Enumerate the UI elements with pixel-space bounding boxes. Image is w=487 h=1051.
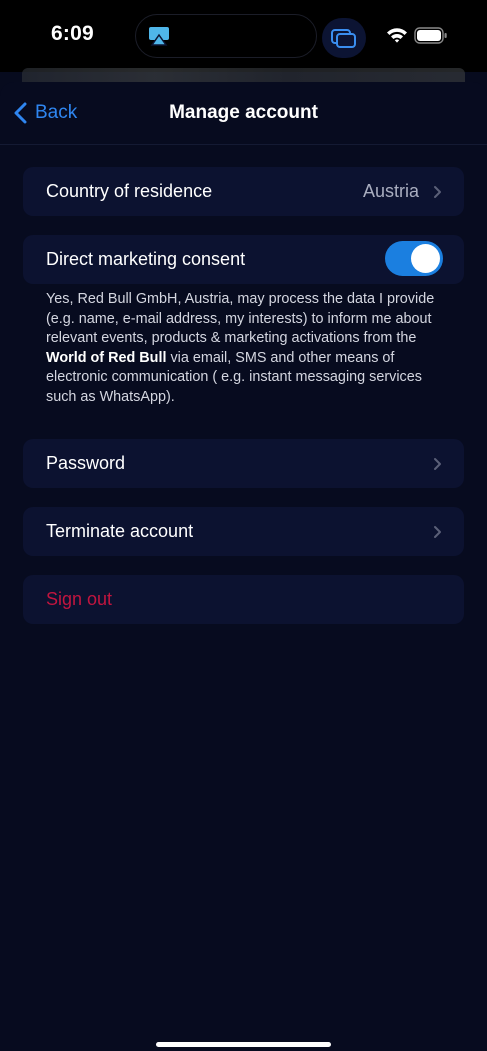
consent-brand: World of Red Bull xyxy=(46,349,167,366)
toggle-knob xyxy=(411,244,440,273)
chevron-right-icon xyxy=(434,525,441,538)
chevron-right-icon xyxy=(434,185,441,198)
page-title: Manage account xyxy=(169,102,318,123)
terminate-account-label: Terminate account xyxy=(46,521,194,541)
country-value: Austria xyxy=(362,181,419,201)
chevron-right-icon xyxy=(434,457,441,470)
screen: 6:09 Back Manage account Country of resi… xyxy=(0,0,487,1051)
status-time: 6:09 xyxy=(51,22,94,45)
home-indicator[interactable] xyxy=(156,1042,331,1047)
password-label: Password xyxy=(46,453,126,473)
battery-icon xyxy=(414,27,447,44)
navigation-bar: Back Manage account xyxy=(0,82,487,145)
country-of-residence-row[interactable]: Country of residence Austria xyxy=(23,167,464,216)
sign-out-label: Sign out xyxy=(46,589,113,609)
marketing-consent-toggle[interactable] xyxy=(385,241,443,276)
sign-out-button[interactable]: Sign out xyxy=(23,575,464,624)
password-row[interactable]: Password xyxy=(23,439,464,488)
country-label: Country of residence xyxy=(46,181,213,201)
wifi-icon xyxy=(387,28,407,43)
consent-text-before: Yes, Red Bull GmbH, Austria, may process… xyxy=(46,291,435,346)
marketing-consent-label: Direct marketing consent xyxy=(46,249,246,269)
terminate-account-row[interactable]: Terminate account xyxy=(23,507,464,556)
sheet xyxy=(0,82,487,1051)
airplay-icon xyxy=(149,27,169,46)
status-bar: 6:09 xyxy=(0,0,487,72)
consent-description: Yes, Red Bull GmbH, Austria, may process… xyxy=(46,290,446,407)
screen-mirroring-icon[interactable] xyxy=(322,18,366,58)
